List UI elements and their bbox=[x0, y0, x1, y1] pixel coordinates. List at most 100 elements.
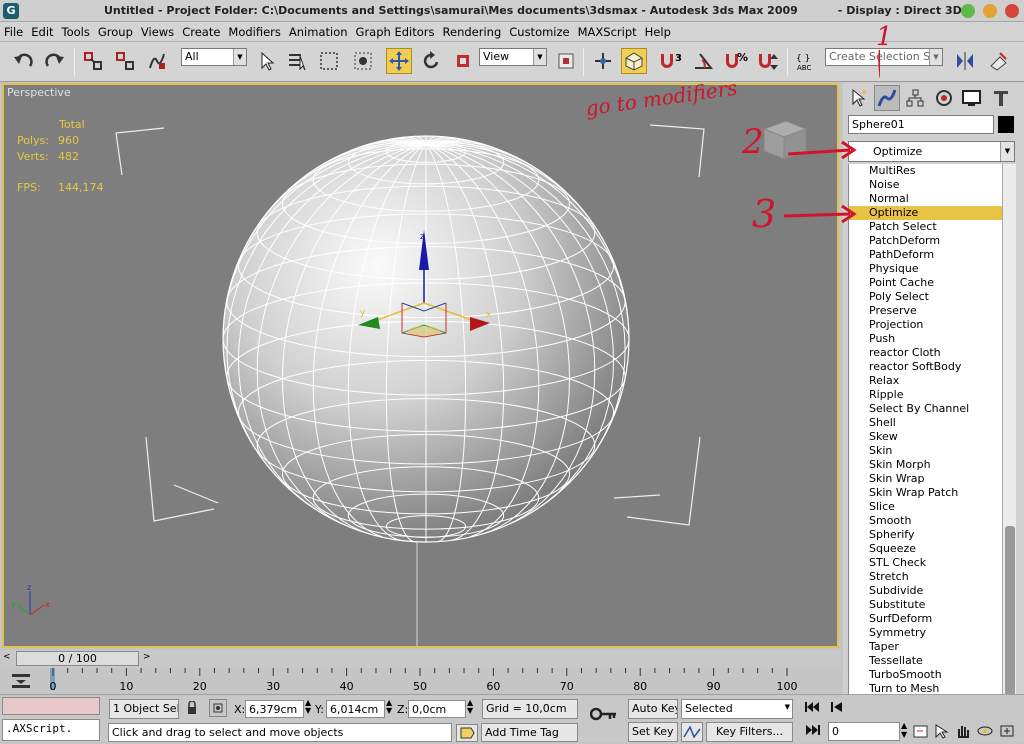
key-mode-toggle-icon[interactable] bbox=[804, 724, 820, 739]
modifier-list-item[interactable]: Skin Wrap bbox=[849, 472, 1002, 486]
percent-snap-icon[interactable]: % bbox=[723, 48, 749, 74]
modifier-list-item[interactable]: Physique bbox=[849, 262, 1002, 276]
previous-frame-icon[interactable] bbox=[830, 701, 844, 716]
display-tab-icon[interactable] bbox=[959, 85, 985, 111]
maxscript-mini-listener[interactable]: .AXScript. bbox=[2, 719, 100, 741]
maximize-button[interactable] bbox=[983, 4, 997, 18]
object-color-swatch[interactable] bbox=[998, 116, 1014, 133]
modifier-list-item[interactable]: Taper bbox=[849, 640, 1002, 654]
x-spinner-icon[interactable]: ▲ ▼ bbox=[305, 699, 311, 715]
y-spinner-icon[interactable]: ▲ ▼ bbox=[386, 699, 392, 715]
motion-tab-icon[interactable] bbox=[931, 85, 957, 111]
track-bar[interactable]: 0 10 20 30 40 50 60 70 80 90 100 bbox=[0, 668, 841, 694]
select-and-manipulate-icon[interactable] bbox=[590, 48, 616, 74]
modifier-list-item[interactable]: Poly Select bbox=[849, 290, 1002, 304]
minimize-button[interactable] bbox=[961, 4, 975, 18]
menu-maxscript[interactable]: MAXScript bbox=[574, 22, 641, 39]
modifier-list-item[interactable]: Substitute bbox=[849, 598, 1002, 612]
menu-rendering[interactable]: Rendering bbox=[439, 22, 506, 39]
bind-to-space-warp-icon[interactable] bbox=[144, 48, 170, 74]
angle-snap-icon[interactable] bbox=[690, 48, 716, 74]
modifier-list-item[interactable]: Skin Wrap Patch bbox=[849, 486, 1002, 500]
time-slider-prev-icon[interactable]: < bbox=[3, 652, 11, 662]
redo-icon[interactable] bbox=[42, 48, 68, 74]
snaps-toggle-icon[interactable]: 3 bbox=[658, 48, 684, 74]
undo-icon[interactable] bbox=[10, 48, 36, 74]
modifier-list-item[interactable]: Relax bbox=[849, 374, 1002, 388]
z-coordinate-field[interactable]: 0,0cm bbox=[408, 700, 466, 718]
modifier-list-item[interactable]: Skin bbox=[849, 444, 1002, 458]
z-spinner-icon[interactable]: ▲ ▼ bbox=[467, 699, 473, 715]
modifier-list-item[interactable]: Symmetry bbox=[849, 626, 1002, 640]
default-in-out-tangent-icon[interactable] bbox=[681, 722, 703, 742]
modifier-list-item[interactable]: Smooth bbox=[849, 514, 1002, 528]
menu-create[interactable]: Create bbox=[178, 22, 224, 39]
x-coordinate-field[interactable]: 6,379cm bbox=[245, 700, 304, 718]
window-crossing-icon[interactable] bbox=[350, 48, 376, 74]
mirror-icon[interactable] bbox=[952, 48, 978, 74]
time-slider-next-icon[interactable]: > bbox=[143, 652, 151, 662]
menu-animation[interactable]: Animation bbox=[285, 22, 352, 39]
modifier-list-item[interactable]: Tessellate bbox=[849, 654, 1002, 668]
select-and-rotate-icon[interactable] bbox=[418, 48, 444, 74]
reference-coordinate-dropdown[interactable]: View ▼ bbox=[479, 48, 547, 66]
menu-graph-editors[interactable]: Graph Editors bbox=[352, 22, 439, 39]
modifier-list-item[interactable]: Stretch bbox=[849, 570, 1002, 584]
modifier-list-item[interactable]: Point Cache bbox=[849, 276, 1002, 290]
modifier-list-item[interactable]: Projection bbox=[849, 318, 1002, 332]
keyboard-shortcut-override-icon[interactable] bbox=[621, 48, 647, 74]
selection-filter-dropdown[interactable]: All ▼ bbox=[181, 48, 247, 66]
modifier-list-item[interactable]: Slice bbox=[849, 500, 1002, 514]
modifier-list-scrollbar[interactable] bbox=[1002, 164, 1016, 718]
key-mode-dropdown[interactable]: Selected ▼ bbox=[681, 699, 793, 719]
time-slider[interactable]: < 0 / 100 > bbox=[0, 650, 841, 668]
pivot-center-icon[interactable] bbox=[553, 48, 579, 74]
select-and-scale-icon[interactable] bbox=[450, 48, 476, 74]
modifier-list-item[interactable]: Subdivide bbox=[849, 584, 1002, 598]
modifier-list-item[interactable]: Push bbox=[849, 332, 1002, 346]
menu-customize[interactable]: Customize bbox=[505, 22, 573, 39]
select-and-move-icon[interactable] bbox=[386, 48, 412, 74]
auto-key-button[interactable]: Auto Key bbox=[628, 699, 678, 719]
go-to-start-icon[interactable] bbox=[804, 701, 820, 716]
menu-group[interactable]: Group bbox=[94, 22, 137, 39]
menu-help[interactable]: Help bbox=[641, 22, 675, 39]
key-filters-button[interactable]: Key Filters... bbox=[706, 722, 793, 742]
modifier-list-item[interactable]: Preserve bbox=[849, 304, 1002, 318]
time-slider-thumb[interactable]: 0 / 100 bbox=[16, 651, 139, 666]
scrollbar-thumb[interactable] bbox=[1005, 526, 1015, 718]
menu-file[interactable]: File bbox=[0, 22, 27, 39]
modifier-list-item[interactable]: Select By Channel bbox=[849, 402, 1002, 416]
menu-modifiers[interactable]: Modifiers bbox=[224, 22, 285, 39]
maximize-viewport-icon[interactable] bbox=[999, 723, 1017, 742]
modifier-list-item[interactable]: Spherify bbox=[849, 528, 1002, 542]
time-configuration-icon[interactable] bbox=[913, 723, 929, 742]
current-frame-field[interactable]: 0 bbox=[828, 722, 900, 741]
modifier-list-item[interactable]: SurfDeform bbox=[849, 612, 1002, 626]
maxscript-listener-pink[interactable] bbox=[2, 697, 100, 715]
utilities-tab-icon[interactable] bbox=[988, 85, 1014, 111]
select-object-icon[interactable] bbox=[254, 48, 280, 74]
modifier-list-item[interactable]: TurboSmooth bbox=[849, 668, 1002, 682]
lock-selection-icon[interactable] bbox=[186, 700, 198, 718]
modifier-list-item[interactable]: STL Check bbox=[849, 556, 1002, 570]
modifier-list-item[interactable]: Skin Morph bbox=[849, 458, 1002, 472]
orbit-icon[interactable] bbox=[976, 723, 994, 742]
align-icon[interactable] bbox=[985, 48, 1011, 74]
modifier-list-item[interactable]: Ripple bbox=[849, 388, 1002, 402]
menu-tools[interactable]: Tools bbox=[58, 22, 94, 39]
pan-view-icon[interactable] bbox=[955, 723, 971, 742]
set-key-button[interactable]: Set Key bbox=[628, 722, 678, 742]
modifier-list-item[interactable]: Squeeze bbox=[849, 542, 1002, 556]
viewport-label[interactable]: Perspective bbox=[7, 86, 71, 99]
zoom-region-icon[interactable] bbox=[934, 723, 950, 742]
modifier-list-item[interactable]: reactor Cloth bbox=[849, 346, 1002, 360]
modifier-list-item[interactable]: Skew bbox=[849, 430, 1002, 444]
menu-views[interactable]: Views bbox=[137, 22, 178, 39]
set-key-icon[interactable] bbox=[589, 707, 618, 724]
frame-spinner-icon[interactable]: ▲ ▼ bbox=[901, 721, 907, 739]
absolute-relative-toggle-icon[interactable] bbox=[209, 699, 227, 717]
unlink-selection-icon[interactable] bbox=[112, 48, 138, 74]
hierarchy-tab-icon[interactable] bbox=[902, 85, 928, 111]
3dsmax-app-icon[interactable]: G bbox=[3, 3, 19, 19]
